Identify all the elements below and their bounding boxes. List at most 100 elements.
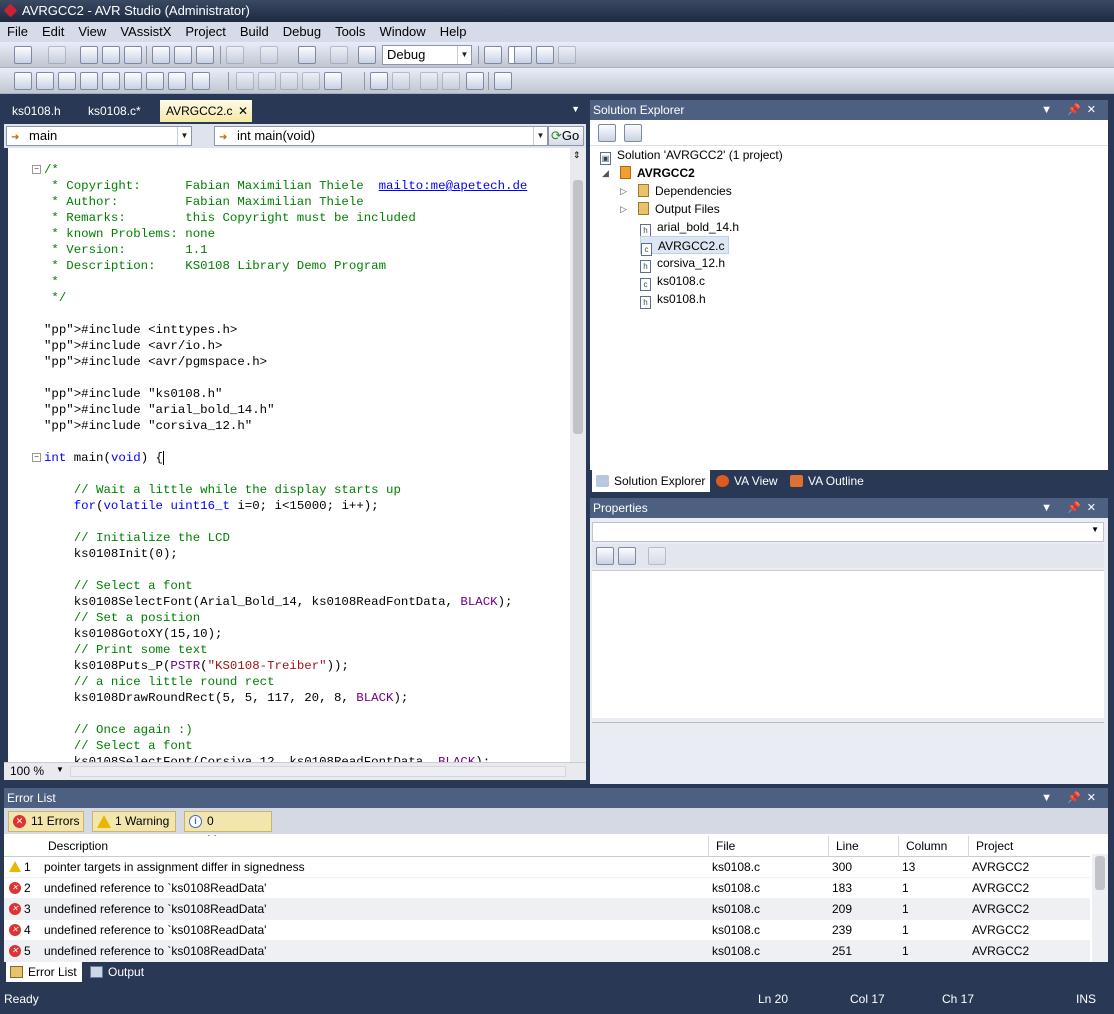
menu-window[interactable]: Window — [372, 22, 432, 42]
code-line[interactable] — [8, 434, 570, 450]
code-line[interactable]: "pp">#include "corsiva_12.h" — [8, 418, 570, 434]
code-line[interactable]: // Wait a little while the display start… — [8, 482, 570, 498]
program-device-icon[interactable] — [14, 72, 32, 90]
tab-dropdown-icon[interactable]: ▼ — [571, 104, 580, 114]
properties-window-icon[interactable] — [536, 46, 554, 64]
properties-icon[interactable] — [598, 124, 616, 142]
code-line[interactable]: // Initialize the LCD — [8, 530, 570, 546]
errors-filter-button[interactable]: ✕ 11 Errors — [8, 811, 84, 832]
object-select[interactable]: ▼ — [592, 522, 1104, 542]
column-project[interactable]: Project — [976, 836, 1013, 857]
folder-dependencies[interactable]: Dependencies — [638, 182, 732, 200]
scope-select[interactable]: ➜ main ▼ — [6, 126, 192, 146]
navigate-forward-icon[interactable] — [330, 46, 348, 64]
scrollbar-thumb[interactable] — [573, 180, 583, 434]
tab-ks0108-h[interactable]: ks0108.h — [6, 100, 67, 122]
code-line[interactable]: "pp">#include <avr/pgmspace.h> — [8, 354, 570, 370]
code-line[interactable] — [8, 306, 570, 322]
code-line[interactable]: * Version: 1.1 — [8, 242, 570, 258]
save-all-icon[interactable] — [124, 46, 142, 64]
pane-window-controls[interactable]: ▼ 📌✕ — [1041, 498, 1102, 518]
code-line[interactable] — [8, 370, 570, 386]
tab-output[interactable]: Output — [86, 962, 152, 982]
zoom-select[interactable]: 100 % — [10, 764, 44, 778]
editor-horizontal-scrollbar[interactable] — [70, 766, 566, 777]
open-file-icon[interactable] — [80, 46, 98, 64]
code-line[interactable] — [8, 562, 570, 578]
collapse-arrow-icon[interactable]: ◢ — [602, 168, 609, 179]
pane-window-controls[interactable]: ▼ 📌✕ — [1041, 788, 1102, 808]
save-icon[interactable] — [102, 46, 120, 64]
cut-icon[interactable] — [152, 46, 170, 64]
paste-icon[interactable] — [196, 46, 214, 64]
start-debugging-icon[interactable] — [358, 46, 376, 64]
code-line[interactable]: * — [8, 274, 570, 290]
redo-icon[interactable] — [260, 46, 278, 64]
code-line[interactable]: */ — [8, 290, 570, 306]
build-icon[interactable] — [80, 72, 98, 90]
code-line[interactable]: ks0108SelectFont(Corsiva_12, ks0108ReadF… — [8, 754, 570, 762]
run-to-cursor-icon[interactable] — [420, 72, 438, 90]
rebuild-icon[interactable] — [102, 72, 120, 90]
table-row[interactable]: ✕ 4 undefined reference to `ks0108ReadDa… — [4, 920, 1090, 941]
break-all-icon[interactable] — [442, 72, 460, 90]
code-line[interactable]: int main(void) {− — [8, 450, 570, 466]
code-line[interactable]: ks0108Puts_P(PSTR("KS0108-Treiber")); — [8, 658, 570, 674]
menu-vassistx[interactable]: VAssistX — [113, 22, 178, 42]
categorized-icon[interactable] — [596, 547, 614, 565]
spell-check-icon[interactable] — [168, 72, 186, 90]
code-line[interactable]: * Author: Fabian Maximilian Thiele — [8, 194, 570, 210]
code-line[interactable]: "pp">#include <avr/io.h> — [8, 338, 570, 354]
file-ks0108-h[interactable]: h ks0108.h — [640, 290, 706, 309]
property-grid[interactable] — [592, 570, 1104, 718]
clean-icon[interactable] — [124, 72, 142, 90]
code-line[interactable]: ks0108Init(0); — [8, 546, 570, 562]
menu-edit[interactable]: Edit — [35, 22, 71, 42]
scrollbar-thumb[interactable] — [1095, 856, 1105, 890]
tab-solution-explorer[interactable]: Solution Explorer — [592, 470, 710, 492]
table-row[interactable]: ✕ 3 undefined reference to `ks0108ReadDa… — [4, 899, 1090, 920]
code-line[interactable]: // Set a position — [8, 610, 570, 626]
menu-tools[interactable]: Tools — [328, 22, 372, 42]
solution-node[interactable]: ▣ Solution 'AVRGCC2' (1 project) — [600, 146, 783, 165]
file-avrgcc2-c[interactable]: c AVRGCC2.c — [640, 236, 730, 256]
code-line[interactable]: /* − — [8, 162, 570, 178]
menu-build[interactable]: Build — [233, 22, 276, 42]
file-corsiva-12-h[interactable]: h corsiva_12.h — [640, 254, 725, 273]
column-description[interactable]: Description — [48, 836, 108, 857]
error-list-scrollbar[interactable] — [1092, 854, 1108, 962]
file-arial-bold-14-h[interactable]: h arial_bold_14.h — [640, 218, 739, 237]
code-line[interactable]: "pp">#include "arial_bold_14.h" — [8, 402, 570, 418]
disassembly-icon[interactable] — [324, 72, 342, 90]
split-handle-icon[interactable]: ⇕ — [573, 150, 581, 161]
code-line[interactable]: ks0108SelectFont(Arial_Bold_14, ks0108Re… — [8, 594, 570, 610]
tab-ks0108-c[interactable]: ks0108.c* — [82, 100, 147, 122]
solution-configuration-select[interactable]: Debug ▼ — [382, 45, 472, 65]
show-all-files-icon[interactable] — [624, 124, 642, 142]
editor-vertical-scrollbar[interactable]: ⇕ — [570, 148, 586, 762]
code-line[interactable]: * known Problems: none — [8, 226, 570, 242]
chevron-down-icon[interactable]: ▼ — [56, 765, 64, 774]
warnings-filter-button[interactable]: 1 Warning — [92, 811, 176, 832]
code-line[interactable] — [8, 514, 570, 530]
registers-icon[interactable] — [258, 72, 276, 90]
find-in-files-icon[interactable] — [484, 46, 502, 64]
tab-va-outline[interactable]: VA Outline — [786, 470, 872, 492]
code-line[interactable]: * Copyright: Fabian Maximilian Thiele ma… — [8, 178, 570, 194]
messages-filter-button[interactable]: i0 Messages — [184, 811, 272, 847]
code-line[interactable]: "pp">#include "ks0108.h" — [8, 386, 570, 402]
step-into-icon[interactable] — [370, 72, 388, 90]
continue-icon[interactable] — [466, 72, 484, 90]
io-view-icon[interactable] — [302, 72, 320, 90]
code-line[interactable]: * Description: KS0108 Library Demo Progr… — [8, 258, 570, 274]
tab-va-view[interactable]: VA View — [712, 470, 778, 492]
pane-window-controls[interactable]: ▼ 📌✕ — [1041, 100, 1102, 120]
debug-tool-icon[interactable] — [58, 72, 76, 90]
device-programming-icon[interactable] — [36, 72, 54, 90]
table-row[interactable]: ✕ 2 undefined reference to `ks0108ReadDa… — [4, 878, 1090, 899]
code-line[interactable] — [8, 706, 570, 722]
code-line[interactable]: "pp">#include <inttypes.h> — [8, 322, 570, 338]
close-tab-icon[interactable]: ✕ — [238, 100, 248, 122]
column-line[interactable]: Line — [836, 836, 859, 857]
code-editor[interactable]: /* − * Copyright: Fabian Maximilian Thiel… — [8, 148, 586, 762]
